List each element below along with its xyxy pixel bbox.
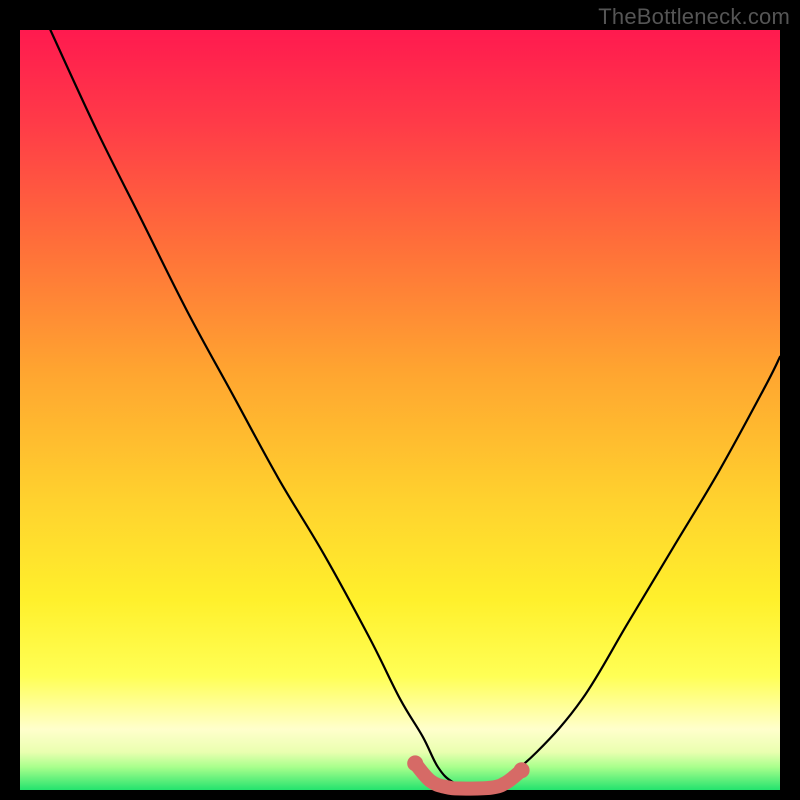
fit-marker-endpoint-right [514,762,530,778]
fit-marker-curve [415,763,521,788]
chart-stage: TheBottleneck.com [0,0,800,800]
watermark-text: TheBottleneck.com [598,4,790,30]
fit-marker-endpoint-left [407,755,423,771]
chart-svg [20,30,780,790]
bottleneck-curve [50,30,780,790]
plot-area [20,30,780,790]
